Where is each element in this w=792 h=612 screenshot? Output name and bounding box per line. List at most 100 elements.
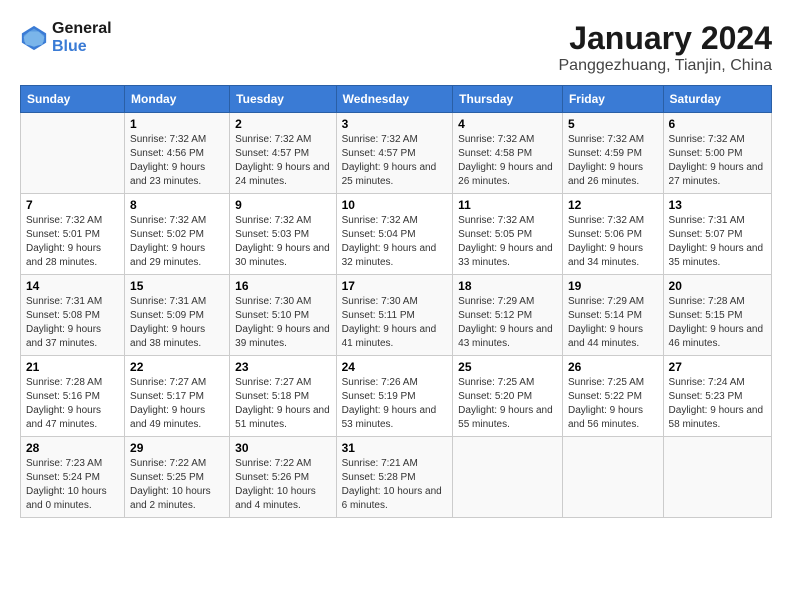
calendar-cell: 23 Sunrise: 7:27 AMSunset: 5:18 PMDaylig… xyxy=(230,356,336,437)
calendar-week-3: 14 Sunrise: 7:31 AMSunset: 5:08 PMDaylig… xyxy=(21,275,772,356)
weekday-header-friday: Friday xyxy=(562,86,663,113)
day-info: Sunrise: 7:32 AMSunset: 5:05 PMDaylight:… xyxy=(458,214,557,270)
day-number: 8 xyxy=(130,198,224,212)
day-number: 21 xyxy=(26,360,119,374)
day-info: Sunrise: 7:31 AMSunset: 5:08 PMDaylight:… xyxy=(26,295,119,351)
calendar-cell: 5 Sunrise: 7:32 AMSunset: 4:59 PMDayligh… xyxy=(562,113,663,194)
day-info: Sunrise: 7:32 AMSunset: 4:57 PMDaylight:… xyxy=(235,133,330,189)
page-header: General Blue January 2024 Panggezhuang, … xyxy=(20,20,772,75)
day-number: 22 xyxy=(130,360,224,374)
weekday-header-tuesday: Tuesday xyxy=(230,86,336,113)
day-info: Sunrise: 7:28 AMSunset: 5:15 PMDaylight:… xyxy=(669,295,766,351)
weekday-header-row: SundayMondayTuesdayWednesdayThursdayFrid… xyxy=(21,86,772,113)
calendar-cell: 24 Sunrise: 7:26 AMSunset: 5:19 PMDaylig… xyxy=(336,356,453,437)
day-number: 23 xyxy=(235,360,330,374)
day-number: 28 xyxy=(26,441,119,455)
day-number: 9 xyxy=(235,198,330,212)
calendar-week-5: 28 Sunrise: 7:23 AMSunset: 5:24 PMDaylig… xyxy=(21,437,772,518)
weekday-header-sunday: Sunday xyxy=(21,86,125,113)
day-number: 2 xyxy=(235,117,330,131)
day-number: 25 xyxy=(458,360,557,374)
logo-text: General Blue xyxy=(52,20,112,56)
calendar-cell: 2 Sunrise: 7:32 AMSunset: 4:57 PMDayligh… xyxy=(230,113,336,194)
calendar-cell: 12 Sunrise: 7:32 AMSunset: 5:06 PMDaylig… xyxy=(562,194,663,275)
day-info: Sunrise: 7:32 AMSunset: 4:58 PMDaylight:… xyxy=(458,133,557,189)
calendar-cell: 29 Sunrise: 7:22 AMSunset: 5:25 PMDaylig… xyxy=(125,437,230,518)
day-info: Sunrise: 7:25 AMSunset: 5:22 PMDaylight:… xyxy=(568,376,658,432)
day-number: 13 xyxy=(669,198,766,212)
calendar-cell: 19 Sunrise: 7:29 AMSunset: 5:14 PMDaylig… xyxy=(562,275,663,356)
title-section: January 2024 Panggezhuang, Tianjin, Chin… xyxy=(559,20,773,75)
day-number: 27 xyxy=(669,360,766,374)
calendar-cell xyxy=(453,437,563,518)
day-info: Sunrise: 7:27 AMSunset: 5:17 PMDaylight:… xyxy=(130,376,224,432)
calendar-cell: 4 Sunrise: 7:32 AMSunset: 4:58 PMDayligh… xyxy=(453,113,563,194)
calendar-cell: 1 Sunrise: 7:32 AMSunset: 4:56 PMDayligh… xyxy=(125,113,230,194)
day-info: Sunrise: 7:32 AMSunset: 4:56 PMDaylight:… xyxy=(130,133,224,189)
day-number: 18 xyxy=(458,279,557,293)
day-number: 29 xyxy=(130,441,224,455)
day-info: Sunrise: 7:28 AMSunset: 5:16 PMDaylight:… xyxy=(26,376,119,432)
day-info: Sunrise: 7:29 AMSunset: 5:14 PMDaylight:… xyxy=(568,295,658,351)
day-number: 24 xyxy=(342,360,448,374)
month-title: January 2024 xyxy=(559,20,773,57)
day-number: 11 xyxy=(458,198,557,212)
day-number: 6 xyxy=(669,117,766,131)
calendar-cell: 31 Sunrise: 7:21 AMSunset: 5:28 PMDaylig… xyxy=(336,437,453,518)
day-info: Sunrise: 7:32 AMSunset: 5:00 PMDaylight:… xyxy=(669,133,766,189)
day-info: Sunrise: 7:32 AMSunset: 4:59 PMDaylight:… xyxy=(568,133,658,189)
calendar-cell: 17 Sunrise: 7:30 AMSunset: 5:11 PMDaylig… xyxy=(336,275,453,356)
day-info: Sunrise: 7:31 AMSunset: 5:09 PMDaylight:… xyxy=(130,295,224,351)
day-info: Sunrise: 7:32 AMSunset: 4:57 PMDaylight:… xyxy=(342,133,448,189)
day-number: 12 xyxy=(568,198,658,212)
day-number: 30 xyxy=(235,441,330,455)
calendar-cell: 15 Sunrise: 7:31 AMSunset: 5:09 PMDaylig… xyxy=(125,275,230,356)
calendar-cell: 27 Sunrise: 7:24 AMSunset: 5:23 PMDaylig… xyxy=(663,356,771,437)
day-info: Sunrise: 7:27 AMSunset: 5:18 PMDaylight:… xyxy=(235,376,330,432)
calendar-table: SundayMondayTuesdayWednesdayThursdayFrid… xyxy=(20,85,772,518)
day-info: Sunrise: 7:25 AMSunset: 5:20 PMDaylight:… xyxy=(458,376,557,432)
calendar-week-4: 21 Sunrise: 7:28 AMSunset: 5:16 PMDaylig… xyxy=(21,356,772,437)
day-info: Sunrise: 7:32 AMSunset: 5:01 PMDaylight:… xyxy=(26,214,119,270)
calendar-cell: 30 Sunrise: 7:22 AMSunset: 5:26 PMDaylig… xyxy=(230,437,336,518)
weekday-header-monday: Monday xyxy=(125,86,230,113)
calendar-cell: 21 Sunrise: 7:28 AMSunset: 5:16 PMDaylig… xyxy=(21,356,125,437)
day-info: Sunrise: 7:32 AMSunset: 5:04 PMDaylight:… xyxy=(342,214,448,270)
day-info: Sunrise: 7:22 AMSunset: 5:25 PMDaylight:… xyxy=(130,457,224,513)
calendar-cell: 22 Sunrise: 7:27 AMSunset: 5:17 PMDaylig… xyxy=(125,356,230,437)
calendar-cell: 9 Sunrise: 7:32 AMSunset: 5:03 PMDayligh… xyxy=(230,194,336,275)
calendar-cell: 20 Sunrise: 7:28 AMSunset: 5:15 PMDaylig… xyxy=(663,275,771,356)
day-info: Sunrise: 7:30 AMSunset: 5:11 PMDaylight:… xyxy=(342,295,448,351)
day-number: 14 xyxy=(26,279,119,293)
calendar-cell: 14 Sunrise: 7:31 AMSunset: 5:08 PMDaylig… xyxy=(21,275,125,356)
calendar-week-1: 1 Sunrise: 7:32 AMSunset: 4:56 PMDayligh… xyxy=(21,113,772,194)
weekday-header-thursday: Thursday xyxy=(453,86,563,113)
day-number: 15 xyxy=(130,279,224,293)
day-number: 4 xyxy=(458,117,557,131)
day-info: Sunrise: 7:30 AMSunset: 5:10 PMDaylight:… xyxy=(235,295,330,351)
calendar-cell xyxy=(562,437,663,518)
day-number: 16 xyxy=(235,279,330,293)
calendar-cell xyxy=(663,437,771,518)
calendar-cell: 26 Sunrise: 7:25 AMSunset: 5:22 PMDaylig… xyxy=(562,356,663,437)
logo: General Blue xyxy=(20,20,112,56)
calendar-cell: 25 Sunrise: 7:25 AMSunset: 5:20 PMDaylig… xyxy=(453,356,563,437)
calendar-week-2: 7 Sunrise: 7:32 AMSunset: 5:01 PMDayligh… xyxy=(21,194,772,275)
calendar-cell: 8 Sunrise: 7:32 AMSunset: 5:02 PMDayligh… xyxy=(125,194,230,275)
day-info: Sunrise: 7:32 AMSunset: 5:02 PMDaylight:… xyxy=(130,214,224,270)
calendar-cell: 7 Sunrise: 7:32 AMSunset: 5:01 PMDayligh… xyxy=(21,194,125,275)
day-info: Sunrise: 7:23 AMSunset: 5:24 PMDaylight:… xyxy=(26,457,119,513)
location: Panggezhuang, Tianjin, China xyxy=(559,57,773,75)
calendar-cell: 3 Sunrise: 7:32 AMSunset: 4:57 PMDayligh… xyxy=(336,113,453,194)
day-info: Sunrise: 7:31 AMSunset: 5:07 PMDaylight:… xyxy=(669,214,766,270)
day-info: Sunrise: 7:29 AMSunset: 5:12 PMDaylight:… xyxy=(458,295,557,351)
logo-icon xyxy=(20,24,48,52)
day-number: 10 xyxy=(342,198,448,212)
weekday-header-saturday: Saturday xyxy=(663,86,771,113)
calendar-cell: 28 Sunrise: 7:23 AMSunset: 5:24 PMDaylig… xyxy=(21,437,125,518)
calendar-cell: 11 Sunrise: 7:32 AMSunset: 5:05 PMDaylig… xyxy=(453,194,563,275)
day-info: Sunrise: 7:21 AMSunset: 5:28 PMDaylight:… xyxy=(342,457,448,513)
day-number: 1 xyxy=(130,117,224,131)
day-number: 7 xyxy=(26,198,119,212)
day-info: Sunrise: 7:32 AMSunset: 5:03 PMDaylight:… xyxy=(235,214,330,270)
